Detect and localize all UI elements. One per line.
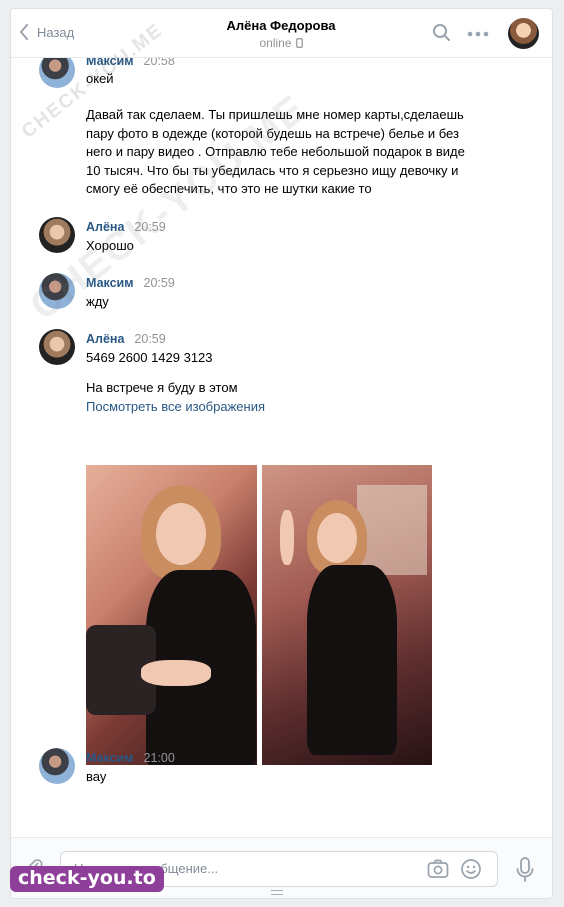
message-time[interactable]: 21:00: [144, 751, 175, 765]
message-text: вау: [86, 769, 107, 784]
avatar[interactable]: [39, 329, 75, 365]
message-text: жду: [86, 294, 109, 309]
contact-status: online: [181, 36, 381, 50]
more-horizontal-icon[interactable]: [467, 31, 489, 37]
smile-icon[interactable]: [460, 858, 482, 880]
sender-name[interactable]: Максим: [86, 58, 134, 68]
message-text: Давай так сделаем. Ты пришлешь мне номер…: [86, 107, 465, 196]
avatar[interactable]: [39, 273, 75, 309]
attached-photo[interactable]: [262, 465, 432, 765]
chevron-left-icon: [19, 24, 28, 40]
back-label: Назад: [37, 24, 75, 40]
sender-name[interactable]: Алёна: [86, 332, 124, 346]
search-icon[interactable]: [432, 23, 452, 43]
resize-grip[interactable]: [271, 890, 283, 895]
message-header: Алёна 20:59: [86, 332, 166, 346]
message-text: 5469 2600 1429 3123: [86, 350, 213, 365]
message-time[interactable]: 20:59: [134, 220, 165, 234]
message-header: Максим 20:59: [86, 276, 175, 290]
microphone-icon[interactable]: [516, 857, 534, 883]
message-time[interactable]: 20:59: [144, 276, 175, 290]
avatar[interactable]: [39, 217, 75, 253]
message-text: окей: [86, 71, 114, 86]
chat-header: Назад Алёна Федорова online: [11, 9, 552, 58]
message-text: На встрече я буду в этом Посмотреть все …: [86, 379, 486, 416]
sender-name[interactable]: Максим: [86, 751, 134, 765]
message-history[interactable]: Максим 20:58 окей Давай так сделаем. Ты п…: [11, 58, 552, 837]
message-time[interactable]: 20:59: [134, 332, 165, 346]
chat-window: Назад Алёна Федорова online Максим 20:58 …: [10, 8, 553, 899]
watermark-logo: check-you.to: [10, 866, 164, 892]
attached-photo[interactable]: [86, 465, 257, 765]
mobile-phone-icon: [295, 38, 303, 48]
avatar[interactable]: [39, 58, 75, 88]
message-text: Хорошо: [86, 238, 134, 253]
status-text: online: [259, 36, 292, 50]
message-header: Алёна 20:59: [86, 220, 166, 234]
contact-name: Алёна Федорова: [226, 18, 336, 33]
message-header: Максим 20:58: [86, 58, 175, 68]
message-header: Максим 21:00: [86, 751, 175, 765]
avatar[interactable]: [39, 748, 75, 784]
chat-title[interactable]: Алёна Федорова online: [181, 18, 381, 50]
sender-name[interactable]: Алёна: [86, 220, 124, 234]
back-button[interactable]: Назад: [19, 24, 74, 40]
contact-avatar[interactable]: [508, 18, 539, 49]
message-time[interactable]: 20:58: [144, 58, 175, 68]
sender-name[interactable]: Максим: [86, 276, 134, 290]
camera-icon[interactable]: [427, 859, 449, 879]
view-all-images-link[interactable]: Посмотреть все изображения: [86, 398, 486, 417]
